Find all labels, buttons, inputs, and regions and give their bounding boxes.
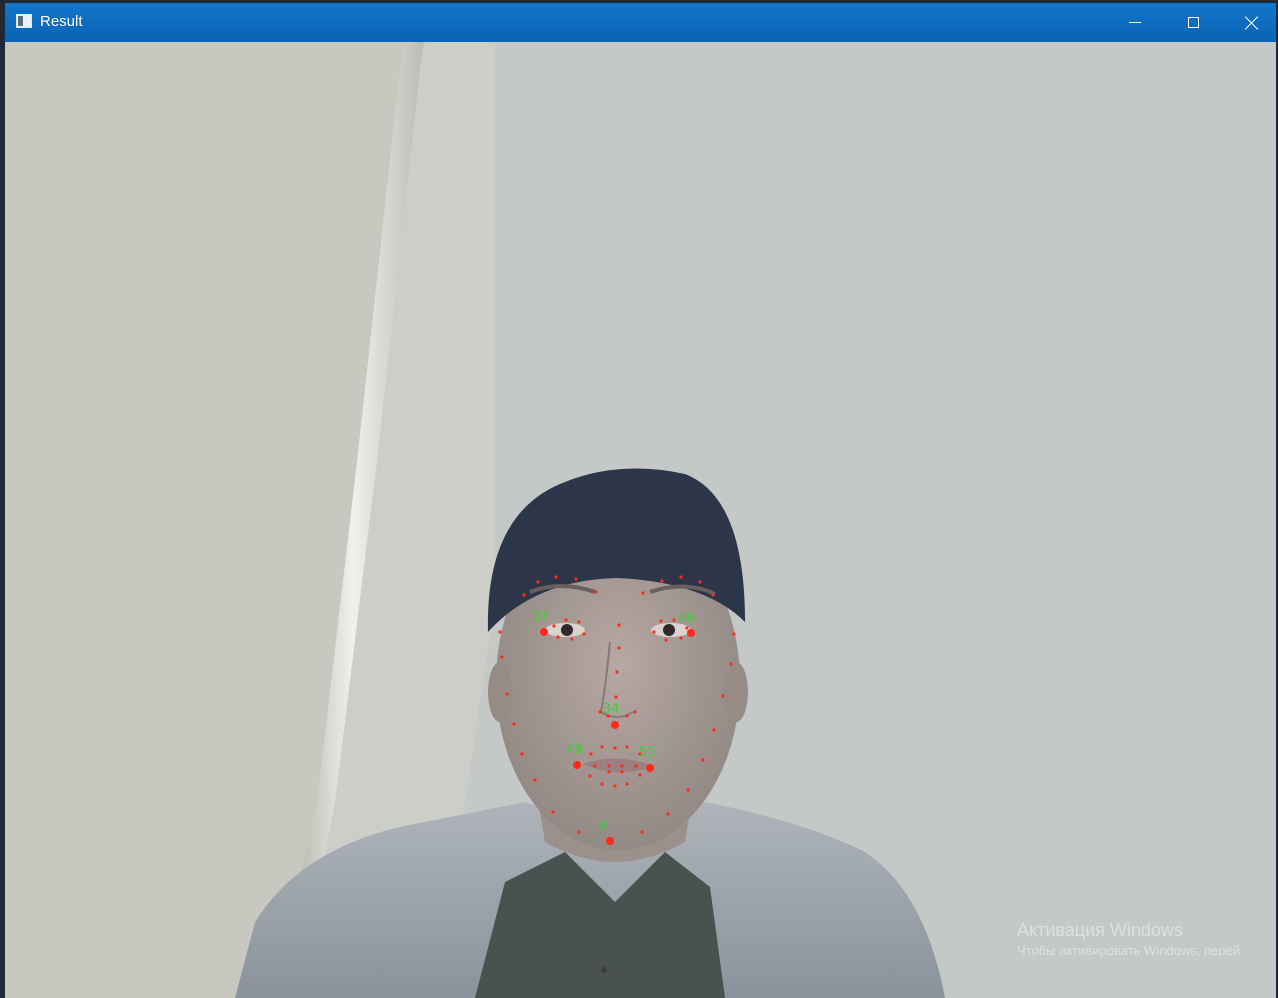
watermark-subtitle: Чтобы активировать Windows, перей xyxy=(1017,943,1241,958)
close-icon xyxy=(1245,16,1259,30)
maximize-icon xyxy=(1187,17,1199,28)
titlebar[interactable]: Result xyxy=(5,3,1276,42)
windows-activation-watermark: Активация Windows Чтобы активировать Win… xyxy=(1017,919,1240,959)
landmark-labels: 37 46 34 49 55 9 xyxy=(532,610,695,834)
close-button[interactable] xyxy=(1223,3,1278,42)
maximize-button[interactable] xyxy=(1164,3,1222,42)
window-title: Result xyxy=(40,13,83,30)
camera-frame: 37 46 34 49 55 9 Активация Windows Чтобы… xyxy=(5,42,1276,998)
watermark-title: Активация Windows xyxy=(1017,920,1183,940)
landmark-label-46: 46 xyxy=(678,611,695,626)
minimize-icon xyxy=(1129,22,1141,23)
landmark-label-34: 34 xyxy=(603,702,620,717)
landmark-label-37: 37 xyxy=(532,610,549,625)
result-window: Result 37 46 34 49 55 9 Активация Window… xyxy=(5,3,1276,998)
window-app-icon xyxy=(16,14,32,28)
landmark-label-49: 49 xyxy=(566,743,583,758)
landmark-label-9: 9 xyxy=(598,819,606,834)
landmark-label-55: 55 xyxy=(639,745,656,760)
minimize-button[interactable] xyxy=(1106,3,1164,42)
